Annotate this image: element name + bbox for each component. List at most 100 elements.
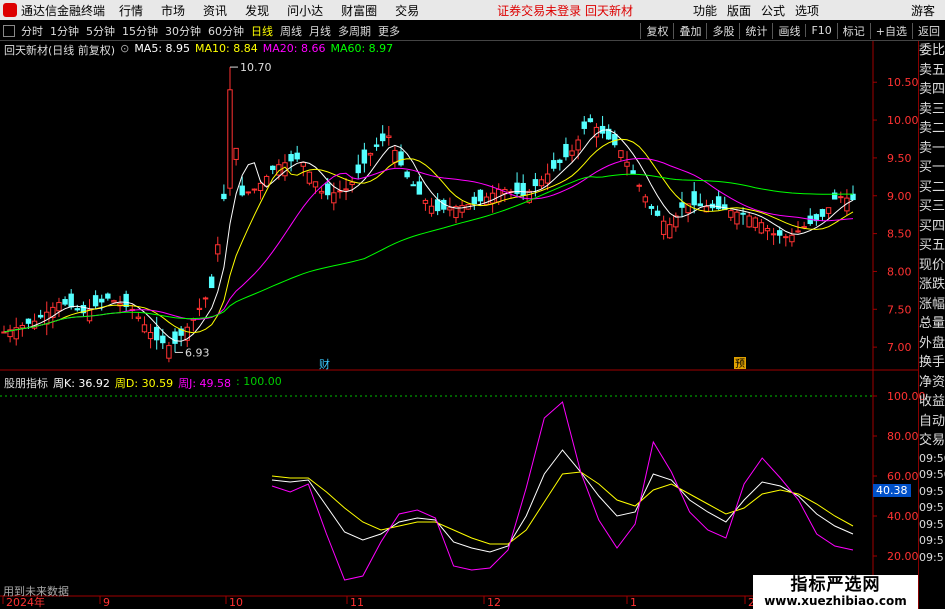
ma10-value: MA10: 8.84	[195, 42, 258, 55]
candle-body	[667, 224, 673, 239]
candle-body	[416, 181, 423, 195]
candle-body	[758, 222, 765, 234]
candle-body	[770, 233, 777, 236]
candle-body	[673, 215, 679, 228]
sidebar-time: 09:51	[919, 534, 945, 547]
sidebar-time: 09:51	[919, 517, 945, 531]
stock-title[interactable]: 回天新材(日线 前复权)	[4, 42, 115, 58]
candle-body	[795, 230, 801, 233]
candle-body	[569, 150, 575, 156]
candle-body	[300, 162, 306, 167]
candle-body	[147, 332, 154, 340]
y-tick-label: 20.00	[887, 550, 919, 563]
sidebar-time: 09:51	[919, 484, 945, 498]
candle-body	[160, 335, 166, 344]
candle-body	[257, 182, 264, 192]
indicator-line	[271, 401, 854, 581]
candle-body	[196, 307, 203, 310]
x-tick-label: 10	[229, 596, 243, 609]
finance-marker: 财	[319, 357, 330, 371]
candle-body	[783, 236, 789, 239]
x-tick-label: 9	[103, 596, 110, 609]
candle-body	[428, 205, 435, 214]
sidebar-label: 涨跌	[919, 277, 945, 292]
sidebar-label: 买一	[919, 160, 945, 175]
settings-icon[interactable]: ⊙	[120, 42, 129, 58]
candle-body	[697, 203, 704, 207]
candle-body	[361, 149, 368, 164]
sidebar-label: 买四	[919, 218, 945, 234]
candle-body	[471, 196, 478, 205]
candle-body	[538, 179, 545, 187]
candle-body	[245, 191, 252, 194]
candle-body	[777, 230, 783, 236]
candle-body	[99, 298, 105, 303]
candle-body	[215, 244, 221, 255]
sidebar-label: 买五	[919, 238, 945, 253]
y-tick-label: 10.50	[887, 76, 919, 89]
candle-body	[532, 179, 539, 187]
candle-body	[392, 149, 398, 163]
candle-body	[642, 196, 649, 203]
ma20-value: MA20: 8.66	[262, 42, 326, 55]
candle-body	[367, 152, 374, 156]
sidebar-label: 委比	[919, 43, 945, 58]
current-value-box: 40.38	[873, 484, 911, 497]
low-marker-label: 6.93	[185, 346, 210, 359]
sidebar-label: 涨幅	[919, 296, 945, 312]
candle-body	[825, 207, 832, 214]
candle-body	[434, 199, 441, 212]
candle-body	[648, 206, 655, 209]
kline-chart-svg[interactable]: 10.5010.009.509.008.508.007.507.00100.00…	[0, 0, 945, 609]
k-value: 周K: 36.92	[53, 377, 110, 390]
candle-body	[19, 325, 26, 329]
sidebar-time: 09:51	[919, 501, 945, 514]
sidebar-label: 换手	[919, 355, 945, 370]
candle-body	[612, 133, 618, 146]
candle-body	[25, 318, 32, 324]
candle-body	[660, 220, 667, 235]
y-tick-label: 8.50	[887, 228, 912, 241]
candle-body	[557, 159, 563, 163]
sidebar-auto-trade[interactable]: 交易	[919, 431, 945, 451]
x-tick-label: 1	[630, 596, 637, 609]
candle-body	[691, 191, 697, 206]
candle-body	[270, 165, 276, 171]
candle-body	[288, 154, 294, 162]
candle-body	[111, 300, 117, 303]
candle-body	[56, 302, 62, 312]
x-tick-label: 12	[487, 596, 501, 609]
y-tick-label: 9.50	[887, 152, 912, 165]
sidebar-label: 卖三	[919, 101, 945, 117]
candle-body	[422, 199, 429, 204]
candle-body	[489, 192, 496, 204]
y-tick-label: 9.00	[887, 190, 912, 203]
watermark-line1: 指标严选网	[790, 575, 881, 595]
y-tick-label: 7.50	[887, 303, 912, 316]
candle-body	[62, 299, 68, 305]
y-tick-label: 60.00	[887, 470, 919, 483]
candle-body	[343, 188, 349, 191]
sidebar-time: 09:50	[919, 451, 945, 465]
sidebar-auto-trade[interactable]: 自动	[919, 412, 945, 432]
sidebar-label: 卖一	[919, 140, 945, 156]
candle-body	[740, 212, 746, 215]
sidebar-label: 现价	[919, 257, 945, 273]
candle-body	[838, 196, 844, 199]
candle-body	[630, 170, 636, 175]
candle-body	[325, 183, 331, 196]
candle-body	[575, 139, 581, 151]
sidebar-time: 09:50	[919, 468, 945, 481]
indicator-name[interactable]: 股朋指标	[4, 375, 48, 391]
candle-body	[239, 185, 245, 196]
candle-body	[86, 309, 93, 322]
candle-body	[208, 276, 215, 289]
sub-chart-header: 股朋指标 周K: 36.92 周D: 30.59 周J: 49.58 : 100…	[4, 375, 282, 391]
sidebar-label: 收益	[919, 394, 945, 409]
candle-body	[373, 144, 380, 147]
candle-body	[624, 161, 630, 167]
y-tick-label: 80.00	[887, 430, 919, 443]
y-tick-label: 7.00	[887, 341, 912, 354]
candle-body	[581, 121, 587, 129]
candle-body	[734, 211, 740, 225]
